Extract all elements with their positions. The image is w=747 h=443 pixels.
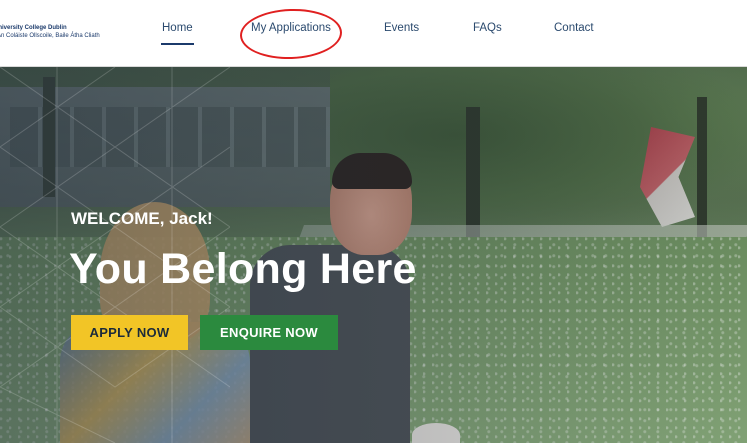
logo-line-2: An Coláiste Ollscoile, Baile Átha Cliath [0, 33, 100, 39]
nav-my-applications[interactable]: My Applications [251, 22, 331, 34]
nav-faqs[interactable]: FAQs [473, 22, 502, 34]
site-header: University College Dublin An Coláiste Ol… [0, 0, 747, 67]
hero-headline: You Belong Here [69, 245, 417, 293]
nav-home[interactable]: Home [161, 22, 194, 45]
apply-now-button[interactable]: APPLY NOW [71, 315, 188, 350]
enquire-now-button[interactable]: ENQUIRE NOW [200, 315, 338, 350]
logo-line-1: University College Dublin [0, 25, 67, 31]
nav-events[interactable]: Events [384, 22, 419, 34]
welcome-message: WELCOME, Jack! [71, 209, 213, 228]
hero-banner: WELCOME, Jack! You Belong Here APPLY NOW… [0, 67, 747, 443]
red-annotation-circle [239, 7, 343, 61]
ucd-logo[interactable]: University College Dublin An Coláiste Ol… [0, 24, 110, 40]
nav-contact[interactable]: Contact [554, 22, 594, 34]
